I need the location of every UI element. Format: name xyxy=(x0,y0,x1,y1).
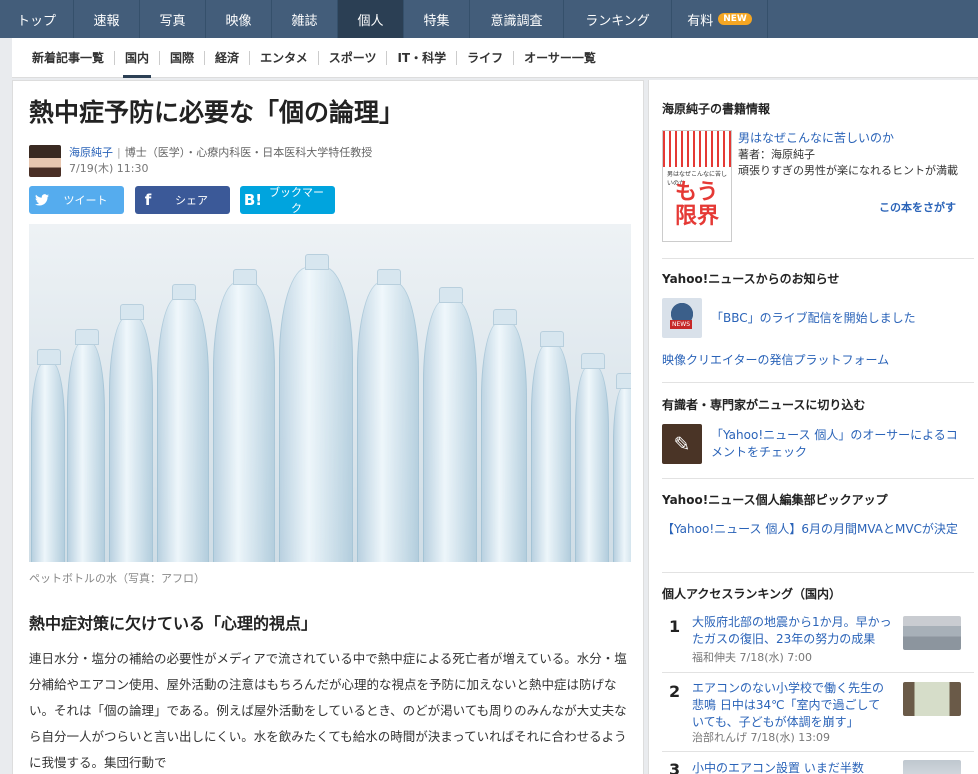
rank-number: 3 xyxy=(669,760,681,774)
rank-number: 1 xyxy=(669,617,681,636)
facebook-share-button[interactable]: f シェア xyxy=(135,186,230,214)
ranking-item-link[interactable]: 大阪府北部の地震から1か月。早かったガスの復旧、23年の努力の成果 xyxy=(692,614,892,648)
pickup-heading: Yahoo!ニュース個人編集部ピックアップ xyxy=(662,493,888,507)
find-book-link[interactable]: この本をさがす xyxy=(879,199,956,215)
author-name-link[interactable]: 海原純子 xyxy=(69,146,113,159)
tab-ranking[interactable]: ランキング xyxy=(564,0,672,38)
author-separator: | xyxy=(117,146,121,159)
tab-survey[interactable]: 意識調査 xyxy=(470,0,564,38)
tab-breaking[interactable]: 速報 xyxy=(74,0,140,38)
bottle-shape xyxy=(575,353,609,562)
ranking-thumbnail[interactable] xyxy=(903,682,961,716)
tab-feature[interactable]: 特集 xyxy=(404,0,470,38)
tab-personal[interactable]: 個人 xyxy=(338,0,404,38)
article-hero-image[interactable] xyxy=(29,224,631,562)
ranking-thumbnail[interactable] xyxy=(903,616,961,650)
book-title-link[interactable]: 男はなぜこんなに苦しいのか xyxy=(738,130,968,147)
subnav-item-domestic[interactable]: 国内 xyxy=(115,38,159,78)
author-line: 海原純子 | 博士（医学）・心療内科医・日本医科大学特任教授 xyxy=(69,144,372,160)
book-author: 著者：海原純子 xyxy=(738,148,815,161)
section-heading: 熱中症対策に欠けている「心理的視点」 xyxy=(29,614,318,633)
facebook-share-label: シェア xyxy=(175,194,208,207)
bottle-shape xyxy=(67,329,105,562)
section-divider xyxy=(662,672,974,673)
subnav-item-latest[interactable]: 新着記事一覧 xyxy=(12,38,114,78)
subnav-item-it-science[interactable]: IT・科学 xyxy=(387,38,456,78)
experts-comment-link[interactable]: 「Yahoo!ニュース 個人」のオーサーによるコメントをチェック xyxy=(711,427,961,461)
top-navigation: トップ 速報 写真 映像 雑誌 個人 特集 意識調査 ランキング 有料 NEW xyxy=(0,0,978,38)
tab-magazine[interactable]: 雑誌 xyxy=(272,0,338,38)
section-divider xyxy=(662,751,974,752)
tab-paid[interactable]: 有料 NEW xyxy=(672,0,768,38)
subnav-item-sports[interactable]: スポーツ xyxy=(319,38,387,78)
bottle-shape xyxy=(481,309,527,562)
bottle-shape xyxy=(213,269,275,562)
ranking-item-meta: 治部れんげ 7/18(水) 13:09 xyxy=(692,731,830,744)
news-tag: NEWS xyxy=(670,320,693,329)
book-info-heading: 海原純子の書籍情報 xyxy=(662,102,771,116)
image-caption: ペットボトルの水（写真：アフロ） xyxy=(29,572,205,585)
pickup-link[interactable]: 【Yahoo!ニュース 個人】6月の月間MVAとMVCが決定 xyxy=(662,521,962,538)
bottle-shape xyxy=(31,349,65,562)
ranking-item-link[interactable]: エアコンのない小学校で働く先生の悲鳴 日中は34℃「室内で過ごしていても、子ども… xyxy=(692,680,892,731)
feather-pen-icon[interactable]: ✎ xyxy=(662,424,702,464)
video-creator-link[interactable]: 映像クリエイターの発信プラットフォーム xyxy=(662,352,889,369)
book-description: 頑張りすぎの男性が楽になれるヒントが満載 xyxy=(738,164,958,177)
article-card: 熱中症予防に必要な「個の論理」 海原純子 | 博士（医学）・心療内科医・日本医科大学… xyxy=(12,80,644,774)
experts-heading: 有識者・専門家がニュースに切り込む xyxy=(662,398,866,412)
tab-photo[interactable]: 写真 xyxy=(140,0,206,38)
subnav-item-international[interactable]: 国際 xyxy=(160,38,204,78)
sub-navigation: 新着記事一覧 国内 国際 経済 エンタメ スポーツ IT・科学 ライフ オーサー… xyxy=(12,38,978,78)
section-divider xyxy=(662,258,974,259)
author-title: 博士（医学）・心療内科医・日本医科大学特任教授 xyxy=(124,146,373,159)
bottle-shape xyxy=(613,373,631,562)
hatena-b-icon: B! xyxy=(243,191,263,209)
facebook-icon: f xyxy=(144,191,152,209)
tab-video[interactable]: 映像 xyxy=(206,0,272,38)
ranking-item-meta: 福和伸夫 7/18(水) 7:00 xyxy=(692,651,812,664)
book-info: 男はなぜこんなに苦しいのか 著者：海原純子 頑張りすぎの男性が楽になれるヒントが… xyxy=(738,130,968,179)
bottle-shape xyxy=(357,269,419,562)
sidebar: 海原純子の書籍情報 男はなぜこんなに苦しいのか もう限界 男はなぜこんなに苦しい… xyxy=(648,80,978,774)
section-divider xyxy=(662,478,974,479)
news-mic-thumbnail[interactable]: NEWS xyxy=(662,298,702,338)
twitter-bird-icon xyxy=(29,186,55,214)
subnav-item-entertainment[interactable]: エンタメ xyxy=(250,38,318,78)
book-cover-pattern xyxy=(663,131,731,167)
ranking-item-link[interactable]: 小中のエアコン設置 いまだ半数 xyxy=(692,760,892,774)
hatena-bookmark-button[interactable]: B! ブックマーク xyxy=(240,186,335,215)
subnav-item-life[interactable]: ライフ xyxy=(457,38,513,78)
bbc-live-link[interactable]: 「BBC」のライブ配信を開始しました xyxy=(711,310,916,327)
section-divider xyxy=(662,382,974,383)
article-body: 連日水分・塩分の補給の必要性がメディアで流されている中で熱中症による死亡者が増え… xyxy=(29,651,627,770)
new-badge: NEW xyxy=(718,13,752,25)
article-date: 7/19(木) 11:30 xyxy=(69,162,149,175)
tweet-label: ツイート xyxy=(63,194,108,207)
tab-top[interactable]: トップ xyxy=(0,0,74,38)
bottle-shape xyxy=(279,254,353,562)
author-avatar[interactable] xyxy=(29,145,61,177)
bottle-shape xyxy=(109,304,153,562)
subnav-item-authors[interactable]: オーサー一覧 xyxy=(514,38,606,78)
ranking-heading: 個人アクセスランキング（国内） xyxy=(662,587,842,601)
article-title: 熱中症予防に必要な「個の論理」 xyxy=(29,98,405,127)
bottle-shape xyxy=(423,287,477,562)
bottle-shape xyxy=(157,284,209,562)
tweet-button[interactable]: ツイート xyxy=(29,186,124,214)
subnav-item-economy[interactable]: 経済 xyxy=(205,38,249,78)
hatena-bookmark-label: ブックマーク xyxy=(269,186,324,215)
ranking-thumbnail[interactable] xyxy=(903,760,961,774)
bottle-shape xyxy=(531,331,571,562)
book-cover[interactable]: 男はなぜこんなに苦しいのか もう限界 xyxy=(662,130,732,242)
notice-heading: Yahoo!ニュースからのお知らせ xyxy=(662,272,840,286)
book-cover-title: もう限界 xyxy=(675,180,720,229)
rank-number: 2 xyxy=(669,682,681,701)
section-divider xyxy=(662,572,974,573)
